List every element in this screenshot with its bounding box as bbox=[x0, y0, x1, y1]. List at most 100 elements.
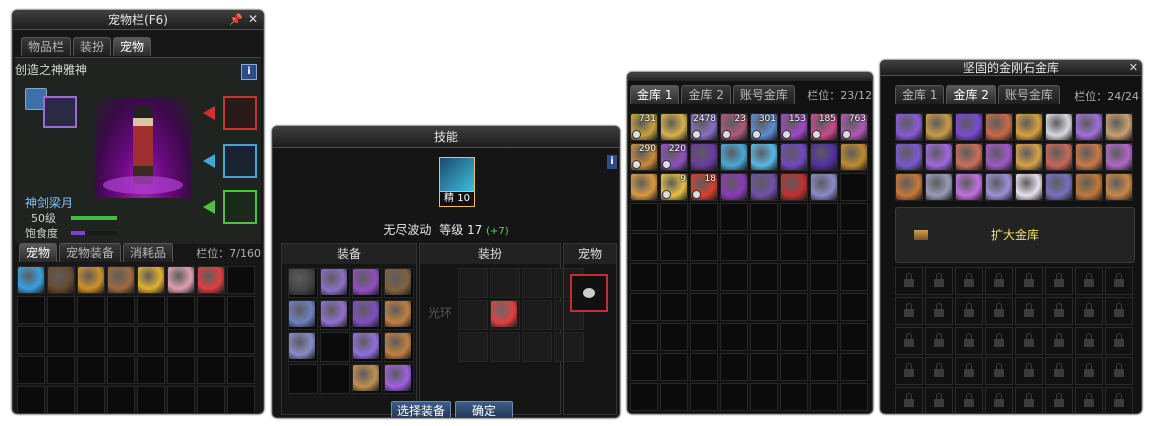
vault-slot[interactable] bbox=[690, 143, 718, 171]
vault-item-icon[interactable] bbox=[1046, 174, 1072, 200]
inventory-slot[interactable] bbox=[77, 326, 105, 354]
vault-slot[interactable] bbox=[720, 203, 748, 231]
equip-item-icon[interactable] bbox=[321, 301, 347, 327]
vault-slot[interactable]: 23 bbox=[720, 113, 748, 141]
equip-slot[interactable] bbox=[320, 268, 350, 298]
inventory-slot[interactable] bbox=[107, 326, 135, 354]
chest-dark-icon[interactable] bbox=[48, 267, 74, 293]
vault-slot[interactable] bbox=[720, 143, 748, 171]
vault-slot[interactable] bbox=[985, 173, 1013, 201]
equip-item-icon[interactable] bbox=[385, 269, 411, 295]
slime-blue-icon[interactable] bbox=[18, 267, 44, 293]
expand-vault-box[interactable]: 扩大金库 bbox=[895, 207, 1135, 263]
vault-slot[interactable] bbox=[660, 263, 688, 291]
vault-slot[interactable] bbox=[720, 353, 748, 381]
tab-vault-2[interactable]: 金库 2 bbox=[681, 85, 731, 104]
vault-slot[interactable] bbox=[660, 353, 688, 381]
vault-item-icon[interactable] bbox=[811, 144, 837, 170]
equip-item-icon[interactable] bbox=[353, 269, 379, 295]
equip-item-icon[interactable] bbox=[353, 365, 379, 391]
inventory-slot[interactable] bbox=[107, 356, 135, 384]
vault-slot[interactable] bbox=[895, 143, 923, 171]
inventory-slot[interactable] bbox=[137, 356, 165, 384]
vault-slot[interactable] bbox=[840, 263, 868, 291]
vault-slot[interactable] bbox=[810, 383, 838, 411]
equip-item-icon[interactable] bbox=[353, 333, 379, 359]
vault-slot[interactable] bbox=[750, 323, 778, 351]
vault-item-icon[interactable] bbox=[781, 174, 807, 200]
equip-item-icon[interactable] bbox=[321, 269, 347, 295]
vault-slot[interactable]: 18 bbox=[690, 173, 718, 201]
vault-item-icon[interactable] bbox=[721, 144, 747, 170]
inventory-slot[interactable] bbox=[197, 356, 225, 384]
equip-slot-weapon[interactable] bbox=[223, 96, 257, 130]
avatar-slot[interactable] bbox=[522, 268, 552, 298]
vault-slot[interactable] bbox=[780, 323, 808, 351]
vault-slot[interactable] bbox=[1015, 143, 1043, 171]
vault-item-icon[interactable]: 18 bbox=[691, 174, 717, 200]
vault-slot[interactable] bbox=[1105, 113, 1133, 141]
vault-slot[interactable] bbox=[630, 353, 658, 381]
inventory-slot[interactable] bbox=[227, 266, 255, 294]
equip-slot[interactable] bbox=[288, 268, 318, 298]
vault-slot[interactable] bbox=[630, 173, 658, 201]
vault-slot[interactable] bbox=[1075, 143, 1103, 171]
vault-item-icon[interactable] bbox=[986, 144, 1012, 170]
vault-item-icon[interactable]: 301 bbox=[751, 114, 777, 140]
equip-slot[interactable] bbox=[352, 332, 382, 362]
inventory-slot[interactable] bbox=[137, 266, 165, 294]
pet-portrait[interactable] bbox=[43, 96, 77, 128]
inventory-slot[interactable] bbox=[47, 326, 75, 354]
vault-slot[interactable] bbox=[955, 143, 983, 171]
vault-slot[interactable] bbox=[780, 233, 808, 261]
vault-slot[interactable] bbox=[690, 323, 718, 351]
vault-slot[interactable] bbox=[660, 233, 688, 261]
equip-slot[interactable] bbox=[384, 364, 414, 394]
vault-item-icon[interactable] bbox=[751, 174, 777, 200]
avatar-slot[interactable] bbox=[522, 300, 552, 330]
equip-item-icon[interactable] bbox=[289, 301, 315, 327]
vault-slot[interactable] bbox=[720, 233, 748, 261]
equip-item-icon[interactable] bbox=[385, 301, 411, 327]
inventory-slot[interactable] bbox=[77, 386, 105, 413]
vault-slot[interactable] bbox=[780, 203, 808, 231]
vault-item-icon[interactable]: 220 bbox=[661, 144, 687, 170]
vault-item-icon[interactable] bbox=[781, 144, 807, 170]
vault-slot[interactable] bbox=[1105, 143, 1133, 171]
equip-slot[interactable] bbox=[320, 364, 350, 394]
vault-slot[interactable] bbox=[840, 143, 868, 171]
vault-slot[interactable] bbox=[660, 383, 688, 411]
inventory-slot[interactable] bbox=[107, 296, 135, 324]
vault-item-icon[interactable] bbox=[1016, 114, 1042, 140]
tab-avatar[interactable]: 装扮 bbox=[73, 37, 112, 56]
vault-slot[interactable] bbox=[780, 173, 808, 201]
avatar-slot[interactable] bbox=[490, 332, 520, 362]
vault-slot[interactable] bbox=[1045, 113, 1073, 141]
inventory-slot[interactable] bbox=[17, 386, 45, 413]
inventory-slot[interactable] bbox=[47, 266, 75, 294]
vault-slot[interactable] bbox=[630, 203, 658, 231]
vault-slot[interactable]: 185 bbox=[810, 113, 838, 141]
equip-item-icon[interactable] bbox=[289, 269, 315, 295]
vault-item-icon[interactable]: 731 bbox=[631, 114, 657, 140]
tab-account-vault[interactable]: 账号金库 bbox=[997, 85, 1060, 104]
close-icon[interactable]: ✕ bbox=[248, 12, 258, 26]
vault-slot[interactable] bbox=[955, 113, 983, 141]
vault-item-icon[interactable] bbox=[691, 144, 717, 170]
equip-slot[interactable] bbox=[352, 300, 382, 330]
inventory-slot[interactable] bbox=[167, 266, 195, 294]
vault-slot[interactable] bbox=[630, 323, 658, 351]
equip-slot[interactable] bbox=[288, 364, 318, 394]
inventory-slot[interactable] bbox=[167, 356, 195, 384]
vault-slot[interactable] bbox=[630, 383, 658, 411]
vault-item-icon[interactable] bbox=[841, 144, 867, 170]
inventory-slot[interactable] bbox=[197, 266, 225, 294]
vault-slot[interactable] bbox=[780, 263, 808, 291]
avatar-item-icon[interactable] bbox=[491, 301, 517, 327]
tab-vault-1[interactable]: 金库 1 bbox=[630, 85, 680, 104]
vault-slot[interactable] bbox=[1015, 173, 1043, 201]
inventory-slot[interactable] bbox=[17, 356, 45, 384]
equip-item-icon[interactable] bbox=[289, 333, 315, 359]
vault-slot[interactable]: 153 bbox=[780, 113, 808, 141]
avatar-slot[interactable] bbox=[458, 268, 488, 298]
